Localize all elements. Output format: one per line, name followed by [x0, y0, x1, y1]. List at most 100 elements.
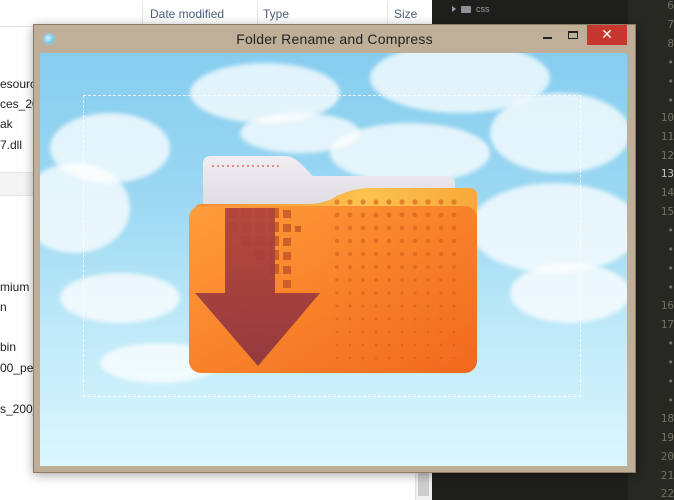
line-number: 10 — [660, 111, 674, 124]
folder-dot — [348, 265, 352, 269]
folder-dot — [348, 291, 352, 295]
folder-dot — [452, 356, 456, 360]
folder-dot — [400, 330, 404, 334]
folder-dot — [334, 225, 340, 231]
nav-item[interactable]: n — [0, 300, 7, 314]
folder-dot — [451, 199, 457, 205]
folder-dot — [438, 225, 444, 231]
folder-dot — [374, 291, 378, 295]
folder-dot — [426, 343, 430, 347]
file-item[interactable]: ak — [0, 117, 13, 131]
fold-marker: • — [667, 224, 674, 237]
folder-dot — [452, 330, 456, 334]
folder-dot — [451, 238, 457, 244]
line-number: 20 — [660, 450, 674, 463]
chevron-right-icon[interactable] — [452, 6, 456, 12]
folder-dot — [425, 199, 431, 205]
folder-dot — [387, 317, 391, 321]
line-number: 15 — [660, 205, 674, 218]
folder-dot — [425, 225, 431, 231]
folder-dot — [412, 199, 418, 205]
fold-marker: • — [667, 375, 674, 388]
folder-dot — [439, 343, 443, 347]
folder-dot — [335, 343, 339, 347]
folder-dot — [334, 238, 340, 244]
folder-dot — [399, 199, 405, 205]
folder-dot — [348, 343, 352, 347]
folder-dot — [373, 238, 379, 244]
column-header-size[interactable]: Size — [394, 7, 417, 21]
folder-dot — [374, 278, 378, 282]
folder-dot — [413, 278, 417, 282]
folder-dot — [400, 317, 404, 321]
tree-item-css[interactable]: css — [452, 4, 490, 14]
maximize-button[interactable] — [560, 25, 586, 45]
folder-dot — [387, 304, 391, 308]
folder-dot — [387, 278, 391, 282]
folder-dot — [360, 212, 366, 218]
folder-dot — [348, 356, 352, 360]
folder-dot — [348, 317, 352, 321]
folder-dot — [373, 212, 379, 218]
folder-dot — [413, 343, 417, 347]
folder-dot — [412, 212, 418, 218]
folder-dot — [452, 304, 456, 308]
folder-dot — [361, 291, 365, 295]
line-number: 11 — [660, 130, 674, 143]
folder-dot — [335, 330, 339, 334]
folder-dot — [373, 225, 379, 231]
fold-marker: • — [667, 56, 674, 69]
folder-dot — [335, 304, 339, 308]
folder-dot — [334, 251, 340, 257]
folder-dot — [452, 265, 456, 269]
folder-dot — [400, 304, 404, 308]
folder-dot — [413, 356, 417, 360]
folder-dot — [451, 225, 457, 231]
folder-dot — [361, 343, 365, 347]
column-header-type[interactable]: Type — [263, 7, 289, 21]
folder-dot — [426, 356, 430, 360]
folder-dot — [347, 238, 353, 244]
folder-dot — [386, 212, 392, 218]
folder-dot — [387, 265, 391, 269]
nav-item[interactable]: bin — [0, 340, 16, 354]
fold-marker: • — [667, 337, 674, 350]
folder-dot — [426, 265, 430, 269]
folder-dot — [374, 304, 378, 308]
folder-dot — [400, 265, 404, 269]
folder-dot — [413, 304, 417, 308]
minimize-icon — [542, 37, 552, 39]
folder-dot — [452, 343, 456, 347]
line-number: 6 — [667, 0, 674, 12]
folder-dot — [426, 330, 430, 334]
folder-dot — [412, 238, 418, 244]
column-header-date-modified[interactable]: Date modified — [150, 7, 224, 21]
line-number: 19 — [660, 431, 674, 444]
drop-target-area[interactable] — [40, 53, 627, 466]
title-bar[interactable]: Folder Rename and Compress ✕ — [34, 25, 635, 53]
line-number: 8 — [667, 37, 674, 50]
folder-dot — [374, 356, 378, 360]
file-item[interactable]: 7.dll — [0, 138, 22, 152]
folder-dot — [439, 356, 443, 360]
scrollbar-thumb[interactable] — [418, 470, 429, 496]
nav-item[interactable]: mium — [0, 280, 29, 294]
folder-dot — [399, 238, 405, 244]
fold-marker: • — [667, 262, 674, 275]
close-button[interactable]: ✕ — [587, 25, 627, 45]
folder-dot — [335, 356, 339, 360]
fold-marker: • — [667, 394, 674, 407]
folder-dot — [438, 199, 444, 205]
line-number: 17 — [660, 318, 674, 331]
folder-dot — [334, 199, 340, 205]
folder-dot — [374, 265, 378, 269]
folder-dot — [439, 317, 443, 321]
maximize-icon — [568, 31, 578, 39]
folder-dot — [387, 330, 391, 334]
folder-dot — [335, 317, 339, 321]
folder-dot — [400, 291, 404, 295]
folder-dot — [334, 212, 340, 218]
folder-dot — [399, 212, 405, 218]
minimize-button[interactable] — [534, 25, 560, 45]
line-number: 18 — [660, 412, 674, 425]
